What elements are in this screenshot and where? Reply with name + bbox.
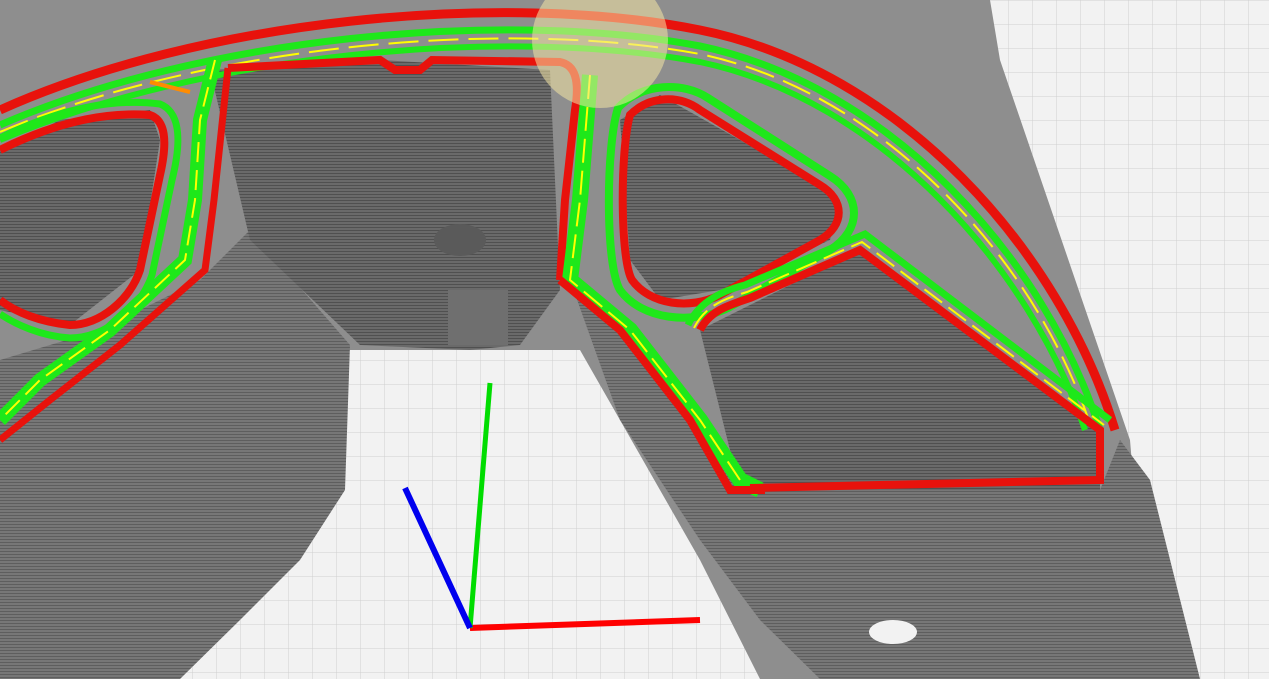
center-slot [448,290,508,345]
right-screw-hole [869,620,917,644]
center-screw-hole [434,224,486,256]
layer-preview-scene[interactable] [0,0,1269,679]
3d-viewport[interactable] [0,0,1269,679]
